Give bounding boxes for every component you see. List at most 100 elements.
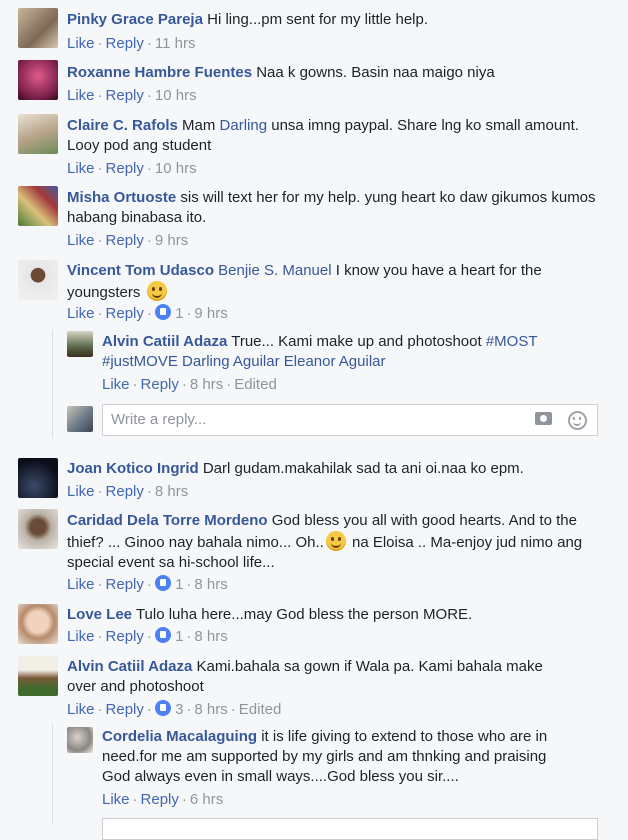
comment-author[interactable]: Misha Ortuoste — [67, 189, 176, 206]
reply-button[interactable]: Reply — [106, 483, 144, 500]
like-button[interactable]: Like — [67, 483, 95, 500]
timestamp[interactable]: 9 hrs — [194, 305, 227, 322]
reply-author[interactable]: Alvin Catiil Adaza — [102, 333, 227, 350]
comment-author[interactable]: Alvin Catiil Adaza — [67, 658, 192, 675]
avatar[interactable] — [18, 186, 58, 226]
like-reaction-icon[interactable] — [154, 700, 171, 716]
tagged-user[interactable]: Darling Aguilar — [182, 353, 280, 370]
reaction-count[interactable]: 1 — [175, 576, 183, 593]
reply-text: True... Kami make up and photoshoot — [231, 333, 486, 350]
reaction-count[interactable]: 1 — [175, 628, 183, 645]
avatar[interactable] — [18, 8, 58, 48]
like-reaction-icon[interactable] — [154, 627, 171, 643]
like-button[interactable]: Like — [102, 376, 130, 393]
timestamp[interactable]: 11 hrs — [155, 35, 196, 52]
reply-button[interactable]: Reply — [106, 160, 144, 177]
like-button[interactable]: Like — [67, 628, 95, 645]
like-button[interactable]: Like — [67, 701, 95, 718]
comment-actions: Like · Reply · 10 hrs — [67, 160, 197, 177]
comment-text: Darl gudam.makahilak sad ta ani oi.naa k… — [202, 460, 524, 477]
tagged-user[interactable]: Benjie S. Manuel — [218, 262, 331, 279]
comment-body: Vincent Tom Udasco Benjie S. Manuel I kn… — [67, 261, 587, 303]
reaction-count[interactable]: 1 — [175, 305, 183, 322]
reply-actions: Like · Reply · 6 hrs — [102, 791, 224, 808]
comment-author[interactable]: Vincent Tom Udasco — [67, 262, 214, 279]
reply-button[interactable]: Reply — [106, 232, 144, 249]
reply-button[interactable]: Reply — [141, 376, 179, 393]
comment-text: Tulo luha here...may God bless the perso… — [135, 606, 473, 623]
reply-button[interactable]: Reply — [106, 701, 144, 718]
reply-input[interactable] — [102, 818, 598, 840]
reply-body: Cordelia Macalaguing it is life giving t… — [102, 727, 572, 787]
comment-body: Misha Ortuoste sis will text her for my … — [67, 188, 612, 228]
comment-author[interactable]: Joan Kotico Ingrid — [67, 460, 199, 477]
like-button[interactable]: Like — [67, 87, 95, 104]
timestamp[interactable]: 10 hrs — [155, 87, 197, 104]
avatar[interactable] — [67, 331, 93, 357]
comment-author[interactable]: Pinky Grace Pareja — [67, 11, 203, 28]
like-reaction-icon[interactable] — [154, 575, 171, 591]
timestamp[interactable]: 8 hrs — [194, 628, 227, 645]
reply-button[interactable]: Reply — [106, 35, 144, 52]
camera-icon[interactable] — [535, 412, 552, 425]
comment-body: Claire C. Rafols Mam Darling unsa imng p… — [67, 116, 607, 156]
comment-text: Naa k gowns. Basin naa maigo niya — [256, 64, 495, 81]
reply-button[interactable]: Reply — [106, 576, 144, 593]
hashtag-link[interactable]: #MOST — [486, 333, 538, 350]
edited-label[interactable]: Edited — [239, 701, 282, 718]
avatar[interactable] — [18, 260, 58, 300]
comment-body: Alvin Catiil Adaza Kami.bahala sa gown i… — [67, 657, 567, 697]
comment-actions: Like · Reply · 11 hrs — [67, 35, 196, 52]
like-button[interactable]: Like — [67, 160, 95, 177]
reply-button[interactable]: Reply — [106, 305, 144, 322]
avatar[interactable] — [18, 656, 58, 696]
like-button[interactable]: Like — [102, 791, 130, 808]
avatar[interactable] — [18, 114, 58, 154]
timestamp[interactable]: 8 hrs — [194, 576, 227, 593]
comment-author[interactable]: Claire C. Rafols — [67, 117, 178, 134]
timestamp[interactable]: 8 hrs — [155, 483, 188, 500]
comment-actions: Like · Reply · 9 hrs — [67, 232, 189, 249]
comment-actions: Like · Reply · 8 hrs — [67, 483, 189, 500]
reply-author[interactable]: Cordelia Macalaguing — [102, 728, 257, 745]
avatar[interactable] — [67, 727, 93, 753]
emoji-icon[interactable] — [568, 411, 587, 430]
reaction-count[interactable]: 3 — [175, 701, 183, 718]
avatar[interactable] — [18, 604, 58, 644]
reply-thread-line — [52, 724, 53, 825]
reply-button[interactable]: Reply — [106, 628, 144, 645]
reply-body: Alvin Catiil Adaza True... Kami make up … — [102, 332, 602, 372]
timestamp[interactable]: 8 hrs — [190, 376, 223, 393]
comment-text: Hi ling...pm sent for my little help. — [207, 11, 429, 28]
smile-emoji-icon — [325, 531, 346, 551]
comment-actions: Like · Reply · 3 · 8 hrs · Edited — [67, 700, 282, 718]
avatar[interactable] — [18, 60, 58, 100]
hashtag-link[interactable]: #justMOVE — [102, 353, 178, 370]
timestamp[interactable]: 10 hrs — [155, 160, 197, 177]
like-button[interactable]: Like — [67, 576, 95, 593]
comment-author[interactable]: Roxanne Hambre Fuentes — [67, 64, 252, 81]
reply-button[interactable]: Reply — [106, 87, 144, 104]
tagged-user[interactable]: Eleanor Aguilar — [284, 353, 386, 370]
reply-actions: Like · Reply · 8 hrs · Edited — [102, 376, 277, 393]
like-reaction-icon[interactable] — [154, 304, 171, 320]
timestamp[interactable]: 9 hrs — [155, 232, 188, 249]
like-button[interactable]: Like — [67, 305, 95, 322]
comment-actions: Like · Reply · 1 · 9 hrs — [67, 304, 228, 322]
like-button[interactable]: Like — [67, 35, 95, 52]
timestamp[interactable]: 6 hrs — [190, 791, 223, 808]
comment-actions: Like · Reply · 1 · 8 hrs — [67, 627, 228, 645]
avatar[interactable] — [18, 458, 58, 498]
like-button[interactable]: Like — [67, 232, 95, 249]
reply-thread-line — [52, 330, 53, 438]
reply-input[interactable]: Write a reply... — [102, 404, 598, 436]
reply-button[interactable]: Reply — [141, 791, 179, 808]
comment-author[interactable]: Love Lee — [67, 606, 132, 623]
edited-label[interactable]: Edited — [234, 376, 277, 393]
comment-actions: Like · Reply · 1 · 8 hrs — [67, 575, 228, 593]
timestamp[interactable]: 8 hrs — [194, 701, 227, 718]
comment-author[interactable]: Caridad Dela Torre Mordeno — [67, 512, 268, 529]
comment-actions: Like · Reply · 10 hrs — [67, 87, 197, 104]
avatar[interactable] — [18, 509, 58, 549]
tagged-user[interactable]: Darling — [220, 117, 268, 134]
